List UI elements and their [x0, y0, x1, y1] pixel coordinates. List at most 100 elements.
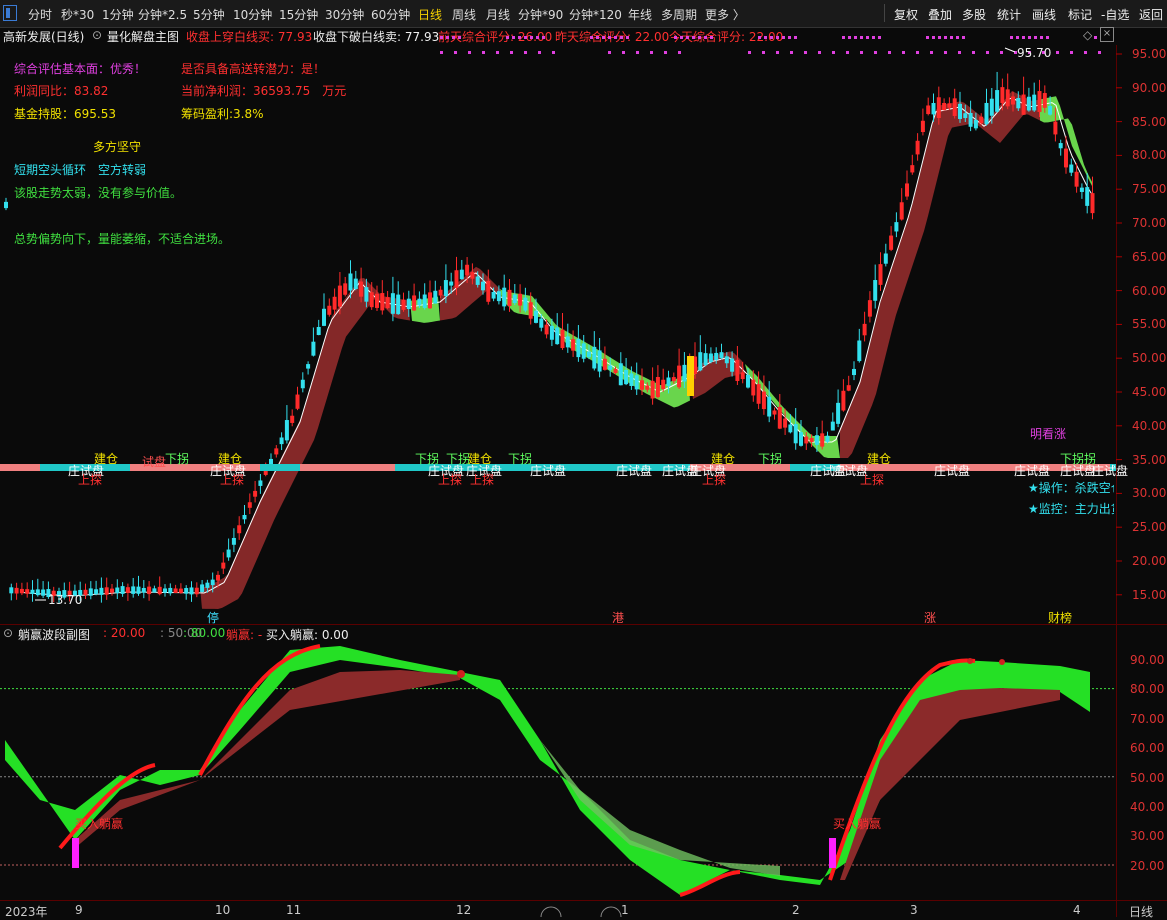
price-tick: 35.00 — [1132, 452, 1167, 467]
signal-dot — [440, 51, 443, 54]
candle-body — [608, 365, 613, 370]
peak-arrow — [1004, 47, 1016, 53]
signal-dot — [664, 51, 667, 54]
signal-dot — [1000, 51, 1003, 54]
candle-body — [470, 272, 475, 279]
candle-body — [4, 201, 8, 209]
signal-dot — [454, 51, 457, 54]
price-tick: 50.00 — [1132, 351, 1167, 366]
signal-dot — [542, 36, 545, 39]
candle-body — [35, 589, 40, 596]
candle-body — [279, 437, 284, 445]
candle-body — [1026, 96, 1031, 111]
candle-body — [931, 103, 936, 115]
signal-dot — [510, 51, 513, 54]
candle-body — [624, 369, 629, 385]
candle-body — [730, 358, 735, 372]
signal-label: 庄试盘 — [1092, 464, 1129, 478]
signal-dot — [770, 36, 773, 39]
candle-body — [1005, 89, 1010, 107]
candle-body — [475, 276, 480, 285]
candle-body — [703, 353, 708, 366]
candle-body — [88, 588, 93, 596]
monitor-text: ★监控：主力出货 — [1028, 502, 1114, 516]
signal-label: 下拐 — [165, 452, 190, 466]
candle-body — [512, 294, 517, 304]
candle-body — [958, 103, 962, 119]
candle-body — [348, 273, 353, 291]
signal-dot — [944, 36, 947, 39]
signal-dot — [842, 36, 845, 39]
signal-dot — [608, 36, 611, 39]
event-marker[interactable]: 停 — [207, 609, 219, 626]
signal-dot — [552, 51, 555, 54]
candle-body — [973, 119, 978, 129]
trend-band — [745, 364, 840, 458]
signal-dot — [650, 51, 653, 54]
candle-body — [311, 341, 316, 356]
signal-dot — [916, 51, 919, 54]
event-marker[interactable]: 港 — [612, 609, 624, 626]
candle-body — [216, 574, 220, 581]
rating-text: 综合评估基本面：优秀！ — [14, 62, 147, 76]
signal-label: 上探 — [220, 473, 245, 487]
signal-dot — [452, 36, 455, 39]
candle-body — [724, 356, 729, 364]
candle-body — [1074, 171, 1079, 187]
date-tick: 3 — [910, 903, 918, 917]
candle-body — [290, 415, 295, 423]
sub-indicator-icon[interactable]: ⊙ — [3, 626, 13, 640]
candle-body — [507, 289, 512, 306]
price-tick: 30.00 — [1132, 486, 1167, 501]
turn-dot — [999, 659, 1005, 665]
event-marker[interactable]: 财榜 — [1048, 609, 1072, 626]
price-tick: 15.00 — [1132, 587, 1167, 602]
candle-body — [740, 372, 745, 380]
signal-dot — [1056, 51, 1059, 54]
forecast-tag: 明看涨 — [1030, 427, 1067, 441]
candle-body — [708, 353, 713, 363]
candle-body — [422, 294, 427, 308]
candle-body — [1021, 94, 1026, 115]
candle-body — [9, 587, 14, 594]
candle-body — [682, 364, 687, 382]
candle-body — [120, 586, 125, 594]
signal-dot — [596, 36, 599, 39]
signal-label: 庄试盘 — [530, 464, 567, 478]
candle-body — [698, 352, 703, 371]
signal-dot — [446, 36, 449, 39]
signal-strip-segment — [0, 464, 40, 471]
candle-body — [915, 140, 920, 155]
signal-dot — [1028, 36, 1031, 39]
price-tick: 20.00 — [1132, 554, 1167, 568]
date-tick: 4 — [1073, 903, 1081, 917]
signal-dot — [888, 51, 891, 54]
candle-body — [756, 384, 761, 404]
candle-body — [809, 437, 814, 443]
candle-body — [253, 490, 258, 497]
advice2-text: 总势偏势向下，量能萎缩，不适合进场。 — [14, 232, 231, 246]
sub-indicator-name[interactable]: 躺赢波段副图 — [18, 626, 90, 643]
candle-body — [1069, 164, 1074, 173]
signal-dot — [704, 36, 707, 39]
candle-body — [936, 97, 941, 119]
candle-body — [640, 380, 644, 390]
price-tick: 40.00 — [1132, 418, 1167, 433]
candle-body — [136, 586, 141, 594]
candle-body — [576, 338, 581, 358]
candle-body — [804, 436, 809, 444]
candle-body — [878, 264, 883, 285]
period-label-right[interactable]: 日线 — [1129, 903, 1153, 920]
candle-body — [571, 339, 576, 351]
signal-dot — [846, 51, 849, 54]
signal-label: 庄试盘 — [1014, 464, 1051, 478]
sub-tick: 40.00 — [1130, 800, 1165, 814]
signal-label: 庄试盘 — [616, 464, 653, 478]
candle-body — [390, 293, 395, 314]
candle-body — [163, 588, 167, 593]
price-tick: 65.00 — [1132, 249, 1167, 264]
candle-body — [645, 385, 650, 390]
event-marker[interactable]: 涨 — [924, 609, 936, 626]
candle-body — [1037, 91, 1042, 112]
candle-body — [465, 264, 470, 276]
